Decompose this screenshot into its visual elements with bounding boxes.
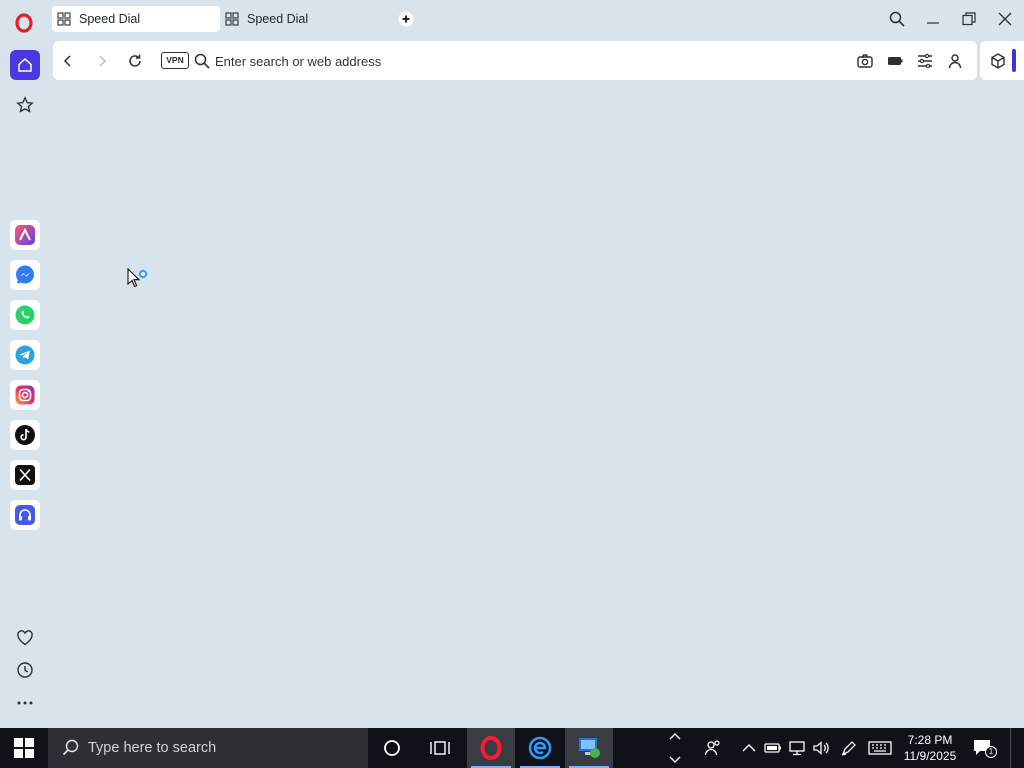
sidebar <box>0 40 50 728</box>
tab-speed-dial-active[interactable]: Speed Dial <box>52 6 220 32</box>
taskbar: Type here to search 7:28 PM 11/9/2025 1 <box>0 728 1024 768</box>
sidebar-app-tiktok[interactable] <box>10 420 40 450</box>
history-icon <box>17 662 33 678</box>
address-input[interactable] <box>215 49 835 73</box>
minimize-icon[interactable] <box>922 8 944 30</box>
sidebar-bookmarks-button[interactable] <box>10 90 40 120</box>
taskbar-opera[interactable] <box>467 728 515 768</box>
tiktok-icon <box>15 425 35 445</box>
start-button[interactable] <box>0 728 48 768</box>
address-bar: VPN <box>53 41 977 80</box>
sidebar-app-telegram[interactable] <box>10 340 40 370</box>
busy-cursor-icon <box>127 268 149 288</box>
tab-strip: Speed Dial Speed Dial <box>0 0 1024 40</box>
profile-icon[interactable] <box>946 52 964 70</box>
tab-label: Speed Dial <box>247 12 309 26</box>
snapshot-camera-icon[interactable] <box>856 52 874 70</box>
speed-dial-grid-icon <box>225 12 239 26</box>
vpn-badge[interactable]: VPN <box>161 52 189 69</box>
battery-saver-icon[interactable] <box>886 52 904 70</box>
pen-workspace-icon[interactable] <box>840 739 858 757</box>
tab-search-icon[interactable] <box>886 8 908 30</box>
volume-icon[interactable] <box>812 739 830 757</box>
taskbar-edge-like-app[interactable] <box>516 728 564 768</box>
taskbar-network-app[interactable] <box>565 728 613 768</box>
whatsapp-icon <box>15 305 35 325</box>
sidebar-app-whatsapp[interactable] <box>10 300 40 330</box>
cortana-button[interactable] <box>368 728 416 768</box>
opera-icon <box>480 736 502 760</box>
sidebar-history-button[interactable] <box>10 655 40 685</box>
cortana-circle-icon <box>384 740 400 756</box>
network-icon[interactable] <box>788 739 806 757</box>
windows-logo-icon <box>14 738 34 758</box>
heart-icon <box>17 630 33 646</box>
home-icon <box>18 57 32 72</box>
sidebar-pinboards-button[interactable] <box>10 623 40 653</box>
speed-dial-page[interactable] <box>50 80 1024 728</box>
sidebar-app-aria[interactable] <box>10 220 40 250</box>
tab-label: Speed Dial <box>79 12 141 26</box>
taskbar-search-box[interactable]: Type here to search <box>48 728 368 768</box>
extensions-panel <box>980 41 1024 80</box>
messenger-icon <box>16 265 34 284</box>
search-icon <box>62 739 79 756</box>
chevron-up-icon[interactable] <box>740 739 758 757</box>
aria-icon <box>15 225 35 245</box>
more-icon <box>17 701 33 705</box>
sidebar-app-messenger[interactable] <box>10 260 40 290</box>
tab-speed-dial[interactable]: Speed Dial <box>220 6 388 32</box>
close-icon[interactable] <box>994 8 1016 30</box>
sidebar-app-x[interactable] <box>10 460 40 490</box>
sidebar-toggle-accent[interactable] <box>1012 49 1016 72</box>
restore-icon[interactable] <box>958 8 980 30</box>
clock-date: 11/9/2025 <box>903 749 957 763</box>
new-tab-plus-icon[interactable] <box>398 11 414 27</box>
battery-icon[interactable] <box>764 739 782 757</box>
instagram-icon <box>15 385 35 405</box>
opera-menu-icon[interactable] <box>14 13 34 33</box>
sidebar-home-button[interactable] <box>10 50 40 80</box>
search-icon <box>194 53 210 69</box>
sidebar-app-instagram[interactable] <box>10 380 40 410</box>
taskbar-scroll-icon[interactable] <box>666 730 684 766</box>
network-app-icon <box>579 738 600 758</box>
easy-setup-icon[interactable] <box>916 52 934 70</box>
clock-time: 7:28 PM <box>907 733 953 747</box>
back-icon[interactable] <box>59 52 77 70</box>
task-view-icon <box>430 741 450 755</box>
browser-app-icon <box>528 736 552 760</box>
show-desktop-button[interactable] <box>1010 728 1024 768</box>
bookmarks-star-icon <box>16 96 34 113</box>
x-twitter-icon <box>15 465 35 485</box>
speed-dial-grid-icon <box>57 12 71 26</box>
reload-icon[interactable] <box>126 52 144 70</box>
clock[interactable]: 7:28 PM 11/9/2025 <box>900 732 960 764</box>
extensions-cube-icon[interactable] <box>989 52 1007 70</box>
people-icon[interactable] <box>704 739 722 757</box>
action-center-button[interactable]: 1 <box>972 738 997 758</box>
keyboard-icon[interactable] <box>868 739 892 757</box>
sidebar-more-button[interactable] <box>10 688 40 718</box>
taskbar-search-placeholder: Type here to search <box>88 740 217 756</box>
notification-count: 1 <box>985 746 997 758</box>
task-view-button[interactable] <box>416 728 464 768</box>
telegram-icon <box>15 345 35 365</box>
sidebar-app-music[interactable] <box>10 500 40 530</box>
music-player-icon <box>15 505 35 525</box>
forward-icon[interactable] <box>93 52 111 70</box>
